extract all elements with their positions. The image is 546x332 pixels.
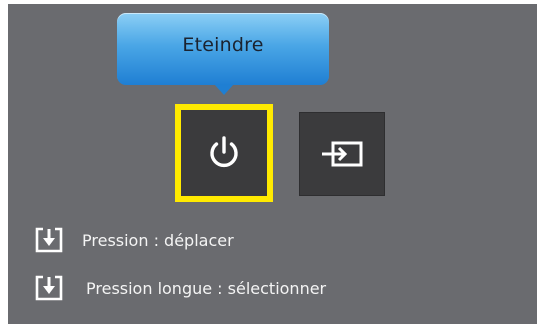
tooltip-pointer [214, 84, 234, 95]
source-input-button[interactable] [299, 112, 385, 196]
hint-row-select: Pression longue : sélectionner [34, 274, 326, 302]
hint-text-move: Pression : déplacer [82, 230, 234, 250]
screen: Eteindre Pression : déplacer Pression lo… [0, 0, 546, 332]
tooltip-label: Eteindre [182, 34, 264, 56]
press-down-icon [34, 274, 64, 302]
hint-text-select: Pression longue : sélectionner [86, 278, 327, 298]
source-input-icon [322, 141, 363, 167]
power-off-button[interactable] [175, 104, 273, 202]
press-down-icon [34, 226, 64, 254]
power-icon [210, 136, 238, 167]
hint-row-move: Pression : déplacer [34, 226, 234, 254]
